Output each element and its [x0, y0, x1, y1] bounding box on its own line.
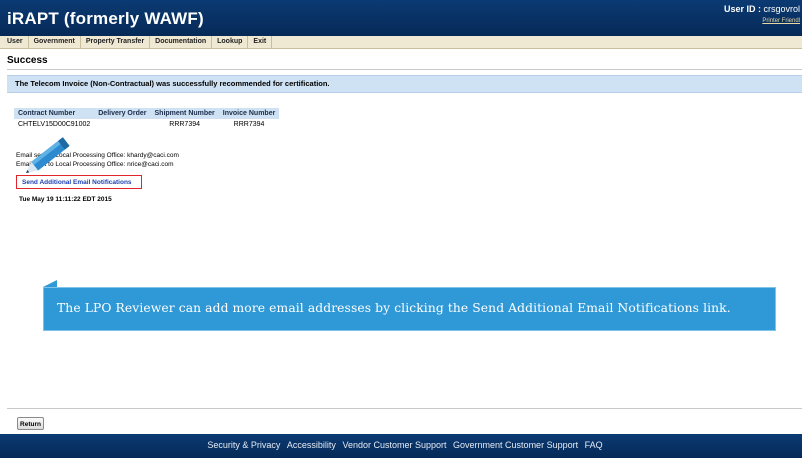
document-table: Contract Number Delivery Order Shipment …	[14, 108, 280, 130]
header-contract-number: Contract Number	[14, 108, 95, 119]
bottom-divider	[7, 408, 802, 409]
menu-item-exit[interactable]: Exit	[248, 36, 273, 48]
send-additional-email-link[interactable]: Send Additional Email Notifications	[22, 179, 132, 186]
app-header: iRAPT (formerly WAWF) User ID : crsgovro…	[0, 0, 802, 36]
footer-link-accessibility[interactable]: Accessibility	[287, 440, 336, 450]
table-row: CHTELV15D00C91002 RRR7394 RRR7394	[14, 119, 279, 130]
success-message: The Telecom Invoice (Non-Contractual) wa…	[15, 79, 330, 88]
menu-item-property-transfer[interactable]: Property Transfer	[81, 36, 151, 48]
timestamp: Tue May 19 11:11:22 EDT 2015	[19, 196, 112, 203]
title-divider	[7, 69, 802, 70]
menu-item-government[interactable]: Government	[29, 36, 81, 48]
footer-link-government-support[interactable]: Government Customer Support	[453, 440, 578, 450]
printer-friendly-link[interactable]: Printer Friendl	[762, 18, 800, 24]
user-id-value: crsgovrol	[763, 4, 800, 14]
footer-link-faq[interactable]: FAQ	[585, 440, 603, 450]
cell-contract-number: CHTELV15D00C91002	[18, 121, 91, 128]
menu-bar: User Government Property Transfer Docume…	[0, 36, 802, 49]
header-invoice-number: Invoice Number	[218, 108, 280, 119]
table-header-row: Contract Number Delivery Order Shipment …	[14, 108, 280, 119]
footer-link-security-privacy[interactable]: Security & Privacy	[207, 440, 280, 450]
menu-item-lookup[interactable]: Lookup	[212, 36, 249, 48]
menu-item-user[interactable]: User	[0, 36, 29, 48]
app-title: iRAPT (formerly WAWF)	[7, 9, 204, 28]
page-title: Success	[7, 55, 48, 66]
footer-link-vendor-support[interactable]: Vendor Customer Support	[342, 440, 446, 450]
cell-delivery-order	[94, 119, 150, 130]
pencil-icon	[25, 137, 70, 173]
user-id: User ID : crsgovrol	[724, 4, 800, 14]
cell-shipment-number: RRR7394	[169, 121, 201, 128]
footer-links: Security & Privacy Accessibility Vendor …	[0, 440, 802, 450]
user-id-label: User ID :	[723, 4, 761, 14]
header-shipment-number: Shipment Number	[150, 108, 219, 119]
footer: Security & Privacy Accessibility Vendor …	[0, 434, 802, 458]
callout-notch	[43, 280, 57, 287]
callout-text: The LPO Reviewer can add more email addr…	[57, 301, 731, 315]
return-button[interactable]: Return	[17, 417, 44, 430]
callout-box: The LPO Reviewer can add more email addr…	[43, 287, 776, 331]
cell-invoice-number: RRR7394	[233, 121, 265, 128]
header-delivery-order: Delivery Order	[94, 108, 151, 119]
success-banner: The Telecom Invoice (Non-Contractual) wa…	[7, 75, 802, 93]
menu-item-documentation[interactable]: Documentation	[150, 36, 213, 48]
